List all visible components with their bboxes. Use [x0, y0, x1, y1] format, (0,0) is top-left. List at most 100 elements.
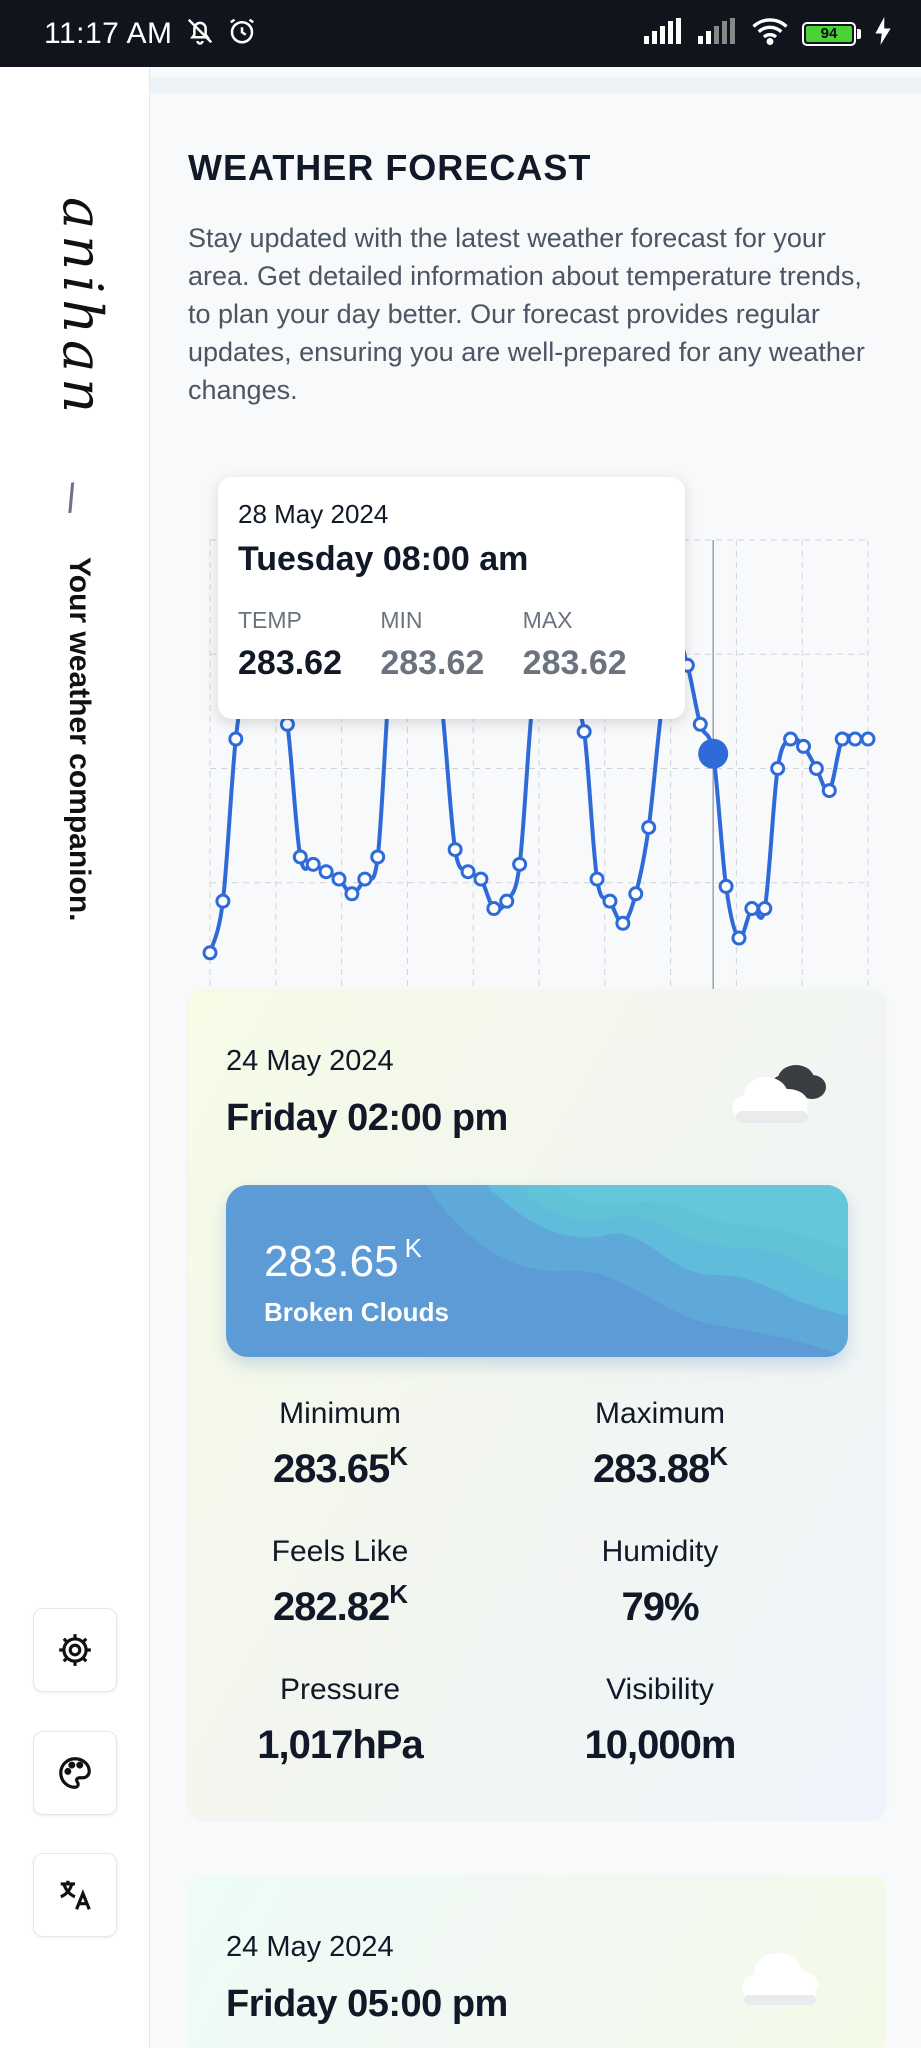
stat-number: 282.82: [272, 1585, 390, 1629]
charging-icon: [875, 17, 891, 50]
stat-value: 79%: [510, 1585, 810, 1630]
sidebar: anihan / Your weather companion.: [0, 67, 150, 2048]
current-temp-unit: K: [404, 1233, 422, 1263]
data-point: [512, 856, 528, 872]
stat-value: 10,000m: [510, 1723, 810, 1768]
forecast-card[interactable]: 24 May 2024 Friday 02:00 pm 283.65 K Brok…: [188, 989, 886, 1819]
alarm-icon: [227, 16, 257, 51]
stat-number: 283.65: [272, 1447, 390, 1491]
page-description: Stay updated with the latest weather for…: [188, 223, 865, 405]
data-point: [357, 871, 373, 887]
data-point: [202, 945, 218, 961]
palette-icon: [59, 1757, 91, 1789]
theme-button[interactable]: [33, 1731, 117, 1815]
data-point: [473, 871, 489, 887]
stat-humidity: Humidity 79%: [510, 1535, 810, 1630]
tooltip-day-time: Tuesday 08:00 am: [238, 540, 529, 578]
data-point: [318, 864, 334, 880]
status-left: 11:17 AM: [44, 16, 257, 51]
stat-maximum: Maximum 283.88K: [510, 1397, 810, 1492]
brand-logo: anihan: [51, 197, 114, 419]
stat-label: Feels Like: [271, 1535, 409, 1568]
cloud-icon: [742, 1953, 818, 2005]
data-point: [228, 731, 244, 747]
tooltip-temp-label: TEMP: [238, 607, 302, 633]
stat-minimum: Minimum 283.65K: [190, 1397, 490, 1492]
data-point: [808, 761, 824, 776]
broken-clouds-icon: [732, 1065, 826, 1123]
stat-pressure: Pressure 1,017hPa: [190, 1673, 490, 1768]
current-temp-value: 283.65: [264, 1237, 399, 1286]
data-point: [834, 731, 850, 747]
data-point: [576, 724, 592, 740]
signal-icon: [644, 18, 684, 49]
battery-icon: 94: [802, 21, 861, 46]
status-right: 94: [644, 17, 891, 50]
data-point: [305, 856, 321, 872]
stat-value: 1,017hPa: [190, 1723, 490, 1768]
tooltip-max-value: 283.62: [522, 644, 627, 682]
card-date: 24 May 2024: [226, 1931, 394, 1963]
data-point: [589, 871, 605, 887]
tooltip-labels: TEMP MIN MAX: [238, 607, 665, 634]
stat-unit: K: [389, 1441, 408, 1471]
stat-label: Visibility: [606, 1673, 714, 1706]
card-day-time: Friday 02:00 pm: [226, 1097, 508, 1139]
data-point: [692, 716, 708, 732]
data-point: [795, 738, 811, 754]
stat-label: Maximum: [594, 1397, 725, 1430]
stat-number: 10,000m: [584, 1723, 737, 1767]
chart-tooltip: 28 May 2024 Tuesday 08:00 am TEMP MIN MA…: [218, 477, 685, 719]
settings-button[interactable]: [33, 1608, 117, 1692]
data-point: [279, 716, 295, 732]
data-point: [641, 819, 657, 835]
stat-feels-like: Feels Like 282.82K: [190, 1535, 490, 1630]
battery-level: 94: [806, 25, 852, 42]
stat-number: 283.88: [592, 1447, 710, 1491]
translate-icon: [60, 1880, 91, 1910]
data-point: [783, 731, 799, 747]
tooltip-max-label: MAX: [522, 607, 573, 633]
data-point: [718, 878, 734, 894]
stat-visibility: Visibility 10,000m: [510, 1673, 810, 1768]
stat-value: 282.82K: [190, 1579, 490, 1630]
tooltip-temp-value: 283.62: [238, 644, 342, 682]
stat-label: Humidity: [601, 1535, 719, 1568]
signal-icon: [698, 18, 738, 49]
language-button[interactable]: [33, 1853, 117, 1937]
settings-gear-icon: [59, 1634, 91, 1666]
data-point: [731, 930, 747, 946]
stat-value: 283.65K: [190, 1441, 490, 1492]
data-point: [215, 893, 231, 909]
brand-separator: /: [62, 476, 81, 522]
top-strip: [150, 77, 921, 93]
data-point: [628, 886, 644, 902]
data-point: [370, 849, 386, 865]
tooltip-min-label: MIN: [380, 607, 423, 633]
brand-area: anihan / Your weather companion.: [0, 127, 150, 1027]
data-point: [460, 864, 476, 880]
card-date: 24 May 2024: [226, 1045, 394, 1077]
data-point: [292, 849, 308, 865]
stat-number: 1,017hPa: [257, 1723, 423, 1767]
tooltip-date: 28 May 2024: [238, 499, 389, 529]
stat-number: 79%: [621, 1585, 699, 1629]
data-point: [744, 901, 760, 917]
stat-unit: K: [389, 1579, 408, 1609]
data-point: [847, 731, 863, 747]
data-point: [344, 886, 360, 902]
tagline: Your weather companion.: [63, 557, 96, 922]
main-content: WEATHER FORECAST Stay updated with the l…: [150, 67, 921, 2048]
data-point: [486, 901, 502, 917]
card-day-time: Friday 05:00 pm: [226, 1983, 508, 2025]
stat-unit: K: [709, 1441, 728, 1471]
status-time: 11:17 AM: [44, 16, 173, 50]
forecast-card[interactable]: 24 May 2024 Friday 05:00 pm: [188, 1875, 886, 2048]
stat-label: Pressure: [279, 1673, 401, 1706]
data-point: [757, 901, 773, 917]
data-point: [602, 893, 618, 909]
stat-value: 283.88K: [510, 1441, 810, 1492]
data-point: [821, 783, 837, 799]
highlighted-data-point: [698, 738, 729, 769]
current-weather-banner: 283.65 K Broken Clouds: [226, 1185, 848, 1357]
